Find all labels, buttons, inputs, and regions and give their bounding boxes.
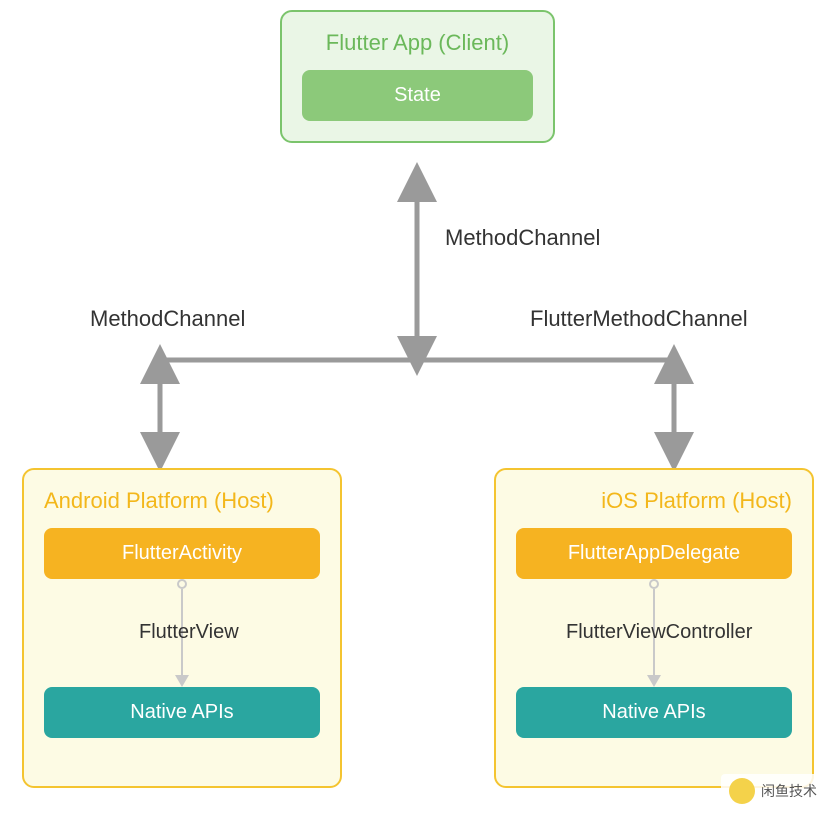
ios-host-title: iOS Platform (Host) <box>516 488 792 514</box>
watermark-text: 闲鱼技术 <box>761 781 817 801</box>
edge-label-left: MethodChannel <box>90 306 245 332</box>
flutter-client-title: Flutter App (Client) <box>302 30 533 56</box>
ios-host-box: iOS Platform (Host) FlutterAppDelegate F… <box>494 468 814 788</box>
ios-native-apis-pill: Native APIs <box>516 687 792 738</box>
edge-label-center: MethodChannel <box>445 225 600 251</box>
android-inner-connector: FlutterView <box>44 579 320 687</box>
flutter-app-delegate-pill: FlutterAppDelegate <box>516 528 792 579</box>
ios-inner-connector: FlutterViewController <box>516 579 792 687</box>
flutter-view-controller-label: FlutterViewController <box>566 621 752 644</box>
android-native-apis-pill: Native APIs <box>44 687 320 738</box>
state-pill: State <box>302 70 533 121</box>
android-host-title: Android Platform (Host) <box>44 488 320 514</box>
android-host-box: Android Platform (Host) FlutterActivity … <box>22 468 342 788</box>
watermark: 闲鱼技术 <box>721 774 825 808</box>
flutter-client-box: Flutter App (Client) State <box>280 10 555 143</box>
flutter-view-label: FlutterView <box>139 621 239 644</box>
edge-label-right: FlutterMethodChannel <box>530 306 748 332</box>
watermark-avatar-icon <box>729 778 755 804</box>
flutter-activity-pill: FlutterActivity <box>44 528 320 579</box>
